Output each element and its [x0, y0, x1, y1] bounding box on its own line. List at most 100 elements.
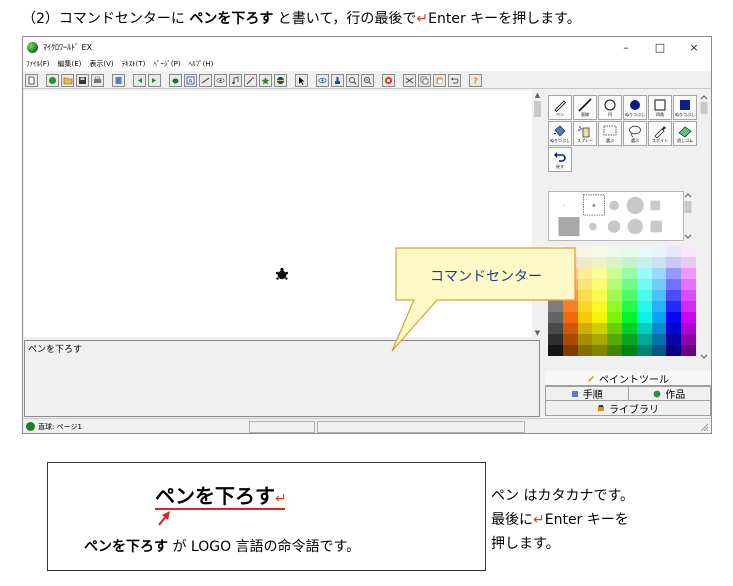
stop-icon[interactable] — [382, 73, 395, 87]
palette-swatch[interactable] — [621, 246, 637, 257]
palette-swatch[interactable] — [666, 301, 682, 312]
palette-swatch[interactable] — [607, 334, 622, 345]
palette-swatch[interactable] — [607, 290, 622, 301]
tool-scrollbar[interactable] — [699, 93, 709, 189]
palette-swatch[interactable] — [577, 345, 593, 356]
tool-square[interactable]: 四角 — [648, 95, 672, 120]
minimize-button[interactable]: – — [609, 37, 643, 57]
palette-swatch[interactable] — [592, 334, 608, 345]
color-globe-icon[interactable] — [274, 73, 287, 87]
magic-wand-icon[interactable] — [244, 73, 257, 87]
palette-swatch[interactable] — [666, 246, 682, 257]
undo-icon[interactable] — [448, 73, 461, 87]
palette-swatch[interactable] — [577, 268, 593, 279]
palette-swatch[interactable] — [577, 279, 593, 290]
menu-edit[interactable]: 編集(E) — [58, 59, 82, 69]
palette-swatch[interactable] — [562, 334, 578, 345]
palette-swatch[interactable] — [607, 323, 622, 334]
palette-swatch[interactable] — [651, 290, 667, 301]
tool-filled-square[interactable]: ぬりつぶし — [673, 95, 697, 120]
palette-swatch[interactable] — [666, 279, 682, 290]
palette-swatch[interactable] — [636, 334, 652, 345]
palette-swatch[interactable] — [621, 279, 637, 290]
palette-swatch[interactable] — [621, 312, 637, 323]
palette-swatch[interactable] — [592, 257, 608, 268]
page-view-icon[interactable] — [112, 73, 125, 87]
palette-swatch[interactable] — [621, 268, 637, 279]
tool-rect-select[interactable]: 選ぶ — [598, 121, 622, 146]
palette-swatch[interactable] — [607, 279, 622, 290]
palette-swatch[interactable] — [592, 290, 608, 301]
text-box-icon[interactable]: A — [184, 73, 197, 87]
palette-swatch[interactable] — [681, 290, 696, 301]
palette-swatch[interactable] — [681, 301, 696, 312]
palette-swatch[interactable] — [636, 323, 652, 334]
palette-swatch[interactable] — [666, 323, 682, 334]
palette-swatch[interactable] — [548, 334, 563, 345]
tab-paint-tool[interactable]: ペイントツール — [545, 371, 711, 386]
scroll-up-icon[interactable]: ▲ — [532, 91, 543, 99]
palette-swatch[interactable] — [621, 345, 637, 356]
palette-swatch[interactable] — [651, 345, 667, 356]
palette-swatch[interactable] — [651, 312, 667, 323]
palette-swatch[interactable] — [607, 312, 622, 323]
save-icon[interactable] — [76, 73, 89, 87]
palette-swatch[interactable] — [681, 334, 696, 345]
tool-undo[interactable]: 戻す — [548, 147, 572, 172]
tool-bucket[interactable]: ぬりつぶし — [548, 121, 572, 146]
palette-swatch[interactable] — [681, 345, 696, 356]
palette-swatch[interactable] — [592, 345, 608, 356]
palette-swatch[interactable] — [636, 312, 652, 323]
canvas-scrollbar[interactable]: ▲ ▼ — [532, 91, 543, 337]
palette-swatch[interactable] — [548, 246, 563, 257]
paste-icon[interactable] — [433, 73, 446, 87]
palette-scrollbar[interactable] — [699, 241, 709, 361]
palette-swatch[interactable] — [666, 312, 682, 323]
palette-swatch[interactable] — [562, 323, 578, 334]
palette-swatch[interactable] — [621, 323, 637, 334]
menu-page[interactable]: ﾍﾟｰｼﾞ(P) — [153, 59, 180, 69]
menu-help[interactable]: ﾍﾙﾌﾟ(H) — [189, 59, 214, 69]
command-center[interactable]: ペンを下ろす — [24, 340, 540, 417]
palette-swatch[interactable] — [651, 279, 667, 290]
close-button[interactable]: × — [677, 37, 711, 57]
tool-lasso[interactable]: 選ぶ — [623, 121, 647, 146]
open-folder-icon[interactable] — [61, 73, 74, 87]
palette-swatch[interactable] — [592, 246, 608, 257]
palette-swatch[interactable] — [592, 279, 608, 290]
palette-swatch[interactable] — [592, 323, 608, 334]
palette-swatch[interactable] — [666, 268, 682, 279]
palette-swatch[interactable] — [592, 312, 608, 323]
tool-spray[interactable]: スプレー — [573, 121, 597, 146]
palette-swatch[interactable] — [562, 345, 578, 356]
copy-icon[interactable] — [418, 73, 431, 87]
resize-grip-icon[interactable] — [699, 422, 709, 432]
palette-swatch[interactable] — [666, 290, 682, 301]
menu-view[interactable]: 表示(V) — [89, 59, 113, 69]
palette-swatch[interactable] — [636, 290, 652, 301]
color-palette[interactable] — [548, 246, 696, 356]
tool-pen[interactable]: ペン — [548, 95, 572, 120]
palette-swatch[interactable] — [651, 334, 667, 345]
zoom-in-icon[interactable] — [346, 73, 359, 87]
palette-swatch[interactable] — [681, 257, 696, 268]
music-note-icon[interactable] — [229, 73, 242, 87]
turtle-icon[interactable] — [169, 73, 182, 87]
palette-swatch[interactable] — [562, 246, 578, 257]
palette-swatch[interactable] — [607, 301, 622, 312]
palette-swatch[interactable] — [636, 268, 652, 279]
palette-swatch[interactable] — [607, 345, 622, 356]
tab-library[interactable]: ライブラリ — [545, 401, 711, 416]
palette-swatch[interactable] — [577, 323, 593, 334]
palette-swatch[interactable] — [621, 290, 637, 301]
zoom-out-icon[interactable] — [361, 73, 374, 87]
menu-text[interactable]: ﾃｷｽﾄ(T) — [122, 59, 146, 69]
palette-swatch[interactable] — [548, 312, 563, 323]
palette-swatch[interactable] — [636, 279, 652, 290]
palette-swatch[interactable] — [651, 268, 667, 279]
palette-swatch[interactable] — [636, 301, 652, 312]
palette-swatch[interactable] — [577, 312, 593, 323]
palette-swatch[interactable] — [636, 246, 652, 257]
palette-swatch[interactable] — [577, 301, 593, 312]
palette-swatch[interactable] — [577, 334, 593, 345]
